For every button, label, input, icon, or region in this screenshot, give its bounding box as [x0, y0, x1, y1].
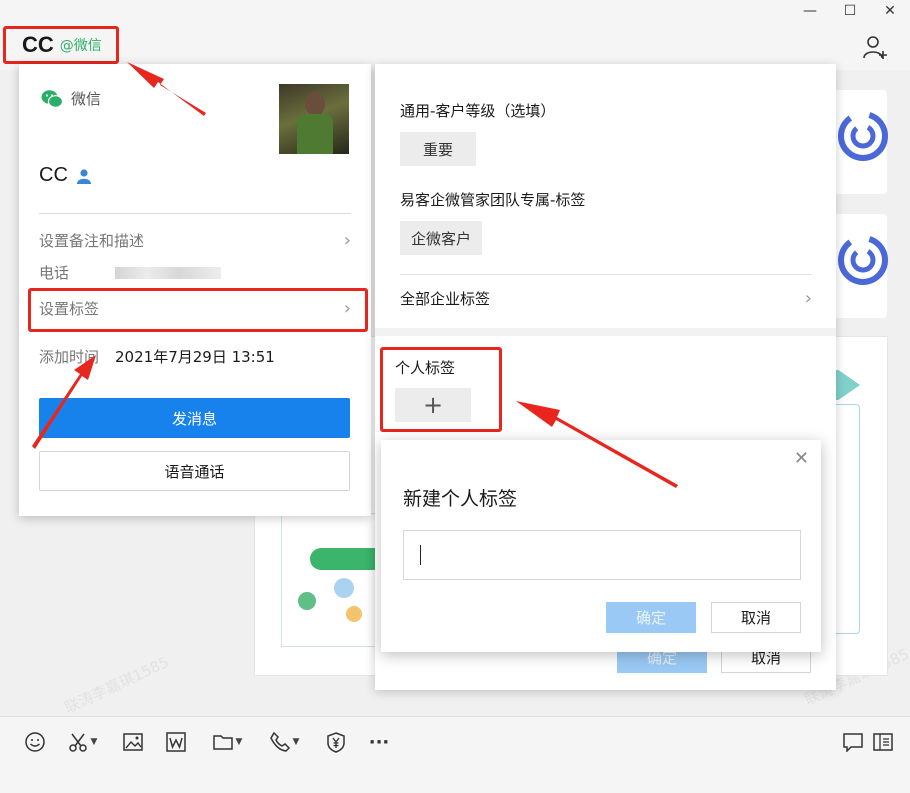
- voice-call-button[interactable]: 语音通话: [39, 451, 350, 491]
- red-packet-button[interactable]: [321, 729, 351, 755]
- all-enterprise-tags-row[interactable]: 全部企业标签 ›: [400, 288, 812, 309]
- profile-name-text: CC: [39, 164, 68, 186]
- chat-title[interactable]: CC @微信: [3, 26, 119, 64]
- red-packet-icon: [327, 732, 345, 753]
- set-remark-label: 设置备注和描述: [39, 232, 145, 250]
- phone-label: 电话: [39, 264, 70, 282]
- chat-record-button[interactable]: [838, 729, 868, 755]
- phone-value-blurred: [115, 266, 222, 279]
- screenshot-icon: [68, 733, 87, 752]
- close-icon[interactable]: ✕: [794, 448, 809, 469]
- emoji-button[interactable]: [20, 729, 50, 755]
- tag-group-title: 通用-客户等级（选填）: [400, 102, 556, 120]
- flowchart-node: [346, 606, 362, 622]
- image-button[interactable]: [118, 729, 148, 755]
- add-time-row: 添加时间 2021年7月29日 13:51: [39, 346, 351, 367]
- close-icon: ✕: [884, 3, 896, 19]
- chevron-down-icon: ▼: [90, 737, 98, 747]
- maximize-icon: ☐: [843, 3, 857, 19]
- app-logo-icon: [838, 111, 888, 161]
- close-window-button[interactable]: ✕: [870, 0, 910, 22]
- divider: [400, 274, 812, 275]
- chat-source-label: @微信: [59, 38, 102, 54]
- add-time-label: 添加时间: [39, 348, 100, 366]
- contact-profile-popup: 微信 CC 设置备注和描述 › 电话 设置标签 › 添加时间 2021年7月29…: [19, 64, 371, 516]
- maximize-button[interactable]: ☐: [830, 0, 870, 22]
- annotation-highlight-box: [28, 288, 368, 332]
- watermark-text: 联涛李嘉琪1585: [61, 652, 172, 718]
- chat-record-icon: [843, 733, 863, 752]
- screenshot-button[interactable]: ▼: [62, 729, 102, 755]
- chevron-down-icon: ▼: [235, 737, 243, 747]
- text-cursor: [420, 545, 421, 565]
- emoji-icon: [25, 732, 45, 752]
- folder-icon: [212, 735, 233, 750]
- section-separator: [375, 328, 836, 336]
- person-icon: [76, 168, 91, 184]
- document-button[interactable]: [161, 729, 191, 755]
- word-doc-icon: [166, 732, 186, 752]
- all-enterprise-tags-label: 全部企业标签: [400, 290, 491, 308]
- window-controls: — ☐ ✕: [790, 0, 910, 24]
- flowchart-node: [298, 592, 316, 610]
- divider: [39, 213, 351, 214]
- link-card[interactable]: [831, 90, 888, 194]
- send-message-button[interactable]: 发消息: [39, 398, 350, 438]
- minimize-icon: —: [803, 3, 817, 19]
- tag-chip[interactable]: 企微客户: [400, 221, 482, 255]
- more-button[interactable]: ···: [364, 729, 394, 755]
- add-personal-tag-button[interactable]: +: [395, 388, 471, 422]
- image-icon: [123, 733, 143, 751]
- chat-contact-name: CC: [22, 32, 54, 57]
- more-icon: ···: [368, 731, 390, 753]
- add-time-value: 2021年7月29日 13:51: [115, 348, 275, 366]
- sidebar-icon: [873, 733, 893, 751]
- chevron-down-icon: ▼: [292, 737, 300, 747]
- wechat-source: 微信: [41, 88, 101, 109]
- new-personal-tag-dialog: ✕ 新建个人标签 确定 取消: [381, 440, 821, 652]
- message-toolbar: ▼ ▼ ▼ ···: [0, 716, 910, 793]
- app-logo-icon: [838, 235, 888, 285]
- profile-name: CC: [39, 164, 92, 187]
- wechat-icon: [41, 89, 63, 108]
- chevron-right-icon: ›: [343, 230, 351, 251]
- add-member-icon[interactable]: [862, 34, 888, 60]
- plus-icon: +: [422, 391, 444, 419]
- dialog-confirm-button[interactable]: 确定: [606, 602, 696, 633]
- sidebar-toggle-button[interactable]: [868, 729, 898, 755]
- tag-chip[interactable]: 重要: [400, 132, 476, 166]
- dialog-cancel-button[interactable]: 取消: [711, 602, 801, 633]
- file-button[interactable]: ▼: [207, 729, 247, 755]
- minimize-button[interactable]: —: [790, 0, 830, 22]
- dialog-title: 新建个人标签: [403, 488, 518, 510]
- call-button[interactable]: ▼: [264, 729, 304, 755]
- set-remark-row[interactable]: 设置备注和描述 ›: [39, 230, 351, 251]
- tag-name-input[interactable]: [403, 530, 801, 580]
- chevron-right-icon: ›: [804, 288, 812, 309]
- link-card[interactable]: [831, 214, 888, 318]
- phone-icon: [269, 731, 290, 752]
- tag-group-title: 易客企微管家团队专属-标签: [400, 191, 586, 209]
- phone-row: 电话: [39, 262, 351, 283]
- flowchart-node: [334, 578, 354, 598]
- avatar[interactable]: [279, 84, 349, 154]
- wechat-label: 微信: [71, 90, 102, 108]
